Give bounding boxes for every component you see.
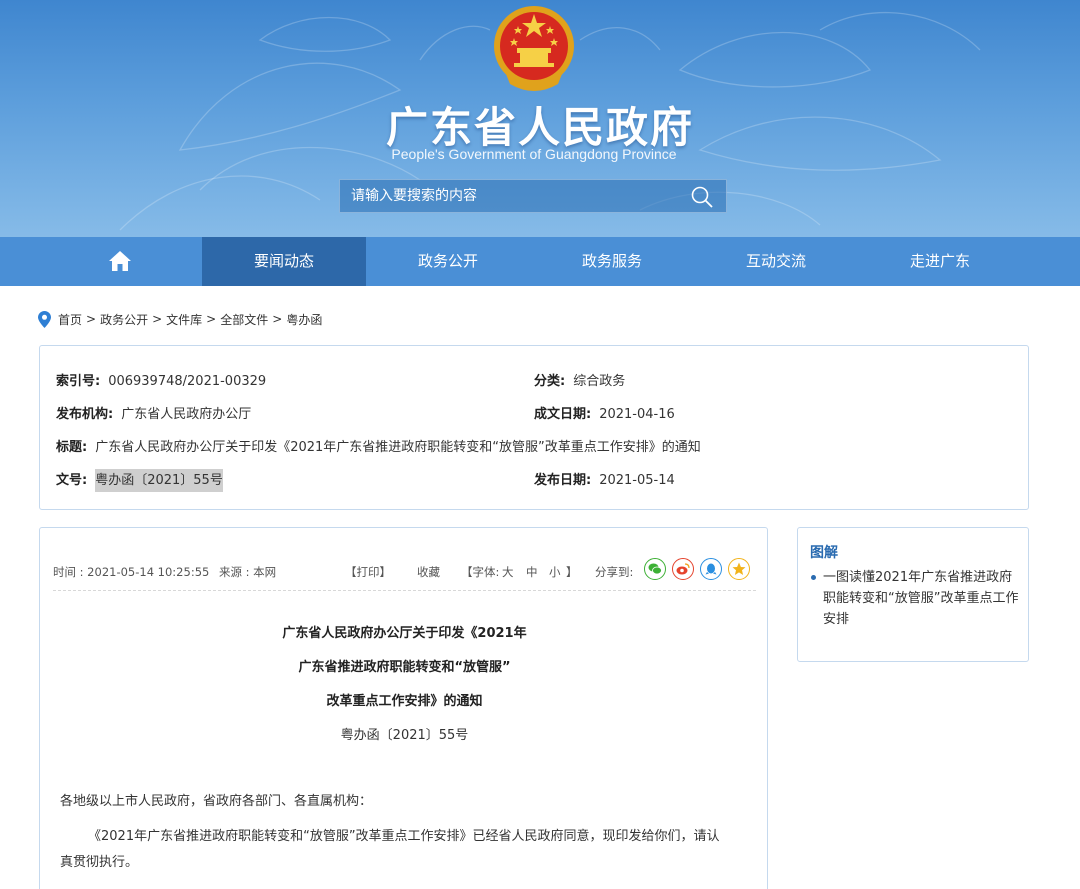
share-qq-button[interactable]: [700, 558, 722, 580]
meta-pubdate-label: 发布日期:: [534, 473, 592, 488]
meta-doc-number: 文号: 粤办函〔2021〕55号: [56, 469, 223, 492]
meta-title-value: 广东省人民政府办公厅关于印发《2021年广东省推进政府职能转变和“放管服”改革重…: [95, 440, 701, 455]
nav-item-interaction[interactable]: 互动交流: [694, 237, 858, 286]
body-paragraph-line-2: 真贯彻执行。: [60, 855, 139, 870]
document-title-line-3: 改革重点工作安排》的通知: [326, 694, 483, 709]
meta-title: 标题: 广东省人民政府办公厅关于印发《2021年广东省推进政府职能转变和“放管服”…: [56, 436, 701, 455]
meta-created-value: 2021-04-16: [599, 407, 675, 422]
breadcrumb-all-files[interactable]: 全部文件: [220, 311, 268, 328]
nav-item-gov-services[interactable]: 政务服务: [530, 237, 694, 286]
home-icon: [109, 251, 131, 271]
wechat-icon: [648, 563, 662, 575]
breadcrumb-separator: >: [152, 312, 163, 326]
share-wechat-button[interactable]: [644, 558, 666, 580]
share-label: 分享到:: [595, 565, 634, 579]
weibo-icon: [676, 563, 690, 575]
font-medium-button[interactable]: 中: [526, 564, 538, 580]
toolbar-divider: [53, 590, 756, 591]
search-icon[interactable]: [690, 185, 714, 209]
document-title-line-1: 广东省人民政府办公厅关于印发《2021年: [282, 626, 527, 641]
breadcrumb-file-library[interactable]: 文件库: [166, 311, 202, 328]
print-button[interactable]: 【打印】: [345, 564, 391, 580]
search-bar: [339, 179, 727, 213]
main-nav: 要闻动态 政务公开 政务服务 互动交流 走进广东: [0, 237, 1080, 286]
breadcrumb-gov-affairs[interactable]: 政务公开: [100, 311, 148, 328]
meta-title-label: 标题:: [56, 440, 88, 455]
meta-created-label: 成文日期:: [534, 407, 592, 422]
infographic-panel: 图解 一图读懂2021年广东省推进政府职能转变和“放管服”改革重点工作安排: [797, 527, 1029, 662]
breadcrumb-separator: >: [86, 312, 97, 326]
document-number: 粤办函〔2021〕55号: [340, 728, 469, 743]
site-header: 广东省人民政府 People's Government of Guangdong…: [0, 0, 1080, 237]
infographic-heading: 图解: [810, 545, 838, 561]
font-large-button[interactable]: 大: [502, 564, 514, 580]
share-weibo-button[interactable]: [672, 558, 694, 580]
document-metadata: 索引号: 006939748/2021-00329 分类: 综合政务 发布机构: 广东…: [39, 345, 1029, 510]
meta-publisher-label: 发布机构:: [56, 407, 114, 422]
national-emblem-icon: [494, 6, 574, 91]
site-subtitle: People's Government of Guangdong Provinc…: [391, 146, 677, 162]
meta-docno-value: 粤办函〔2021〕55号: [95, 469, 223, 492]
meta-pubdate-value: 2021-05-14: [599, 473, 675, 488]
document-title-line-2: 广东省推进政府职能转变和“放管服”: [298, 660, 511, 675]
breadcrumb: 首页 > 政务公开 > 文件库 > 全部文件 > 粤办函: [38, 310, 322, 328]
qq-icon: [705, 563, 717, 575]
article-time: 时间 : 2021-05-14 10:25:55: [53, 565, 210, 579]
meta-index: 索引号: 006939748/2021-00329: [56, 370, 266, 389]
font-size-bracket: 】: [566, 565, 578, 579]
breadcrumb-home[interactable]: 首页: [58, 311, 82, 328]
qzone-star-icon: [732, 562, 746, 575]
meta-index-label: 索引号:: [56, 374, 101, 389]
body-paragraph-line-1: 《2021年广东省推进政府职能转变和“放管服”改革重点工作安排》已经省人民政府同…: [88, 829, 720, 844]
nav-item-news[interactable]: 要闻动态: [202, 237, 366, 286]
breadcrumb-current[interactable]: 粤办函: [286, 311, 322, 328]
share-qzone-button[interactable]: [728, 558, 750, 580]
nav-item-gov-affairs[interactable]: 政务公开: [366, 237, 530, 286]
meta-publish-date: 发布日期: 2021-05-14: [534, 469, 675, 488]
meta-publisher: 发布机构: 广东省人民政府办公厅: [56, 403, 251, 422]
meta-category-value: 综合政务: [573, 374, 626, 389]
location-pin-icon: [38, 310, 51, 328]
salutation: 各地级以上市人民政府，省政府各部门、各直属机构：: [60, 794, 373, 809]
favorite-button[interactable]: 收藏: [417, 564, 440, 580]
meta-created-date: 成文日期: 2021-04-16: [534, 403, 675, 422]
meta-category: 分类: 综合政务: [534, 370, 625, 389]
list-bullet: [811, 575, 816, 580]
breadcrumb-separator: >: [272, 312, 283, 326]
nav-item-about-guangdong[interactable]: 走进广东: [858, 237, 1022, 286]
meta-index-value: 006939748/2021-00329: [108, 374, 267, 389]
article-panel: 时间 : 2021-05-14 10:25:55 来源 : 本网 【打印】 收藏…: [39, 527, 768, 889]
font-size-label: 【字体:: [461, 565, 500, 579]
font-small-button[interactable]: 小: [549, 564, 561, 580]
search-input[interactable]: [340, 180, 680, 212]
article-source: 来源 : 本网: [219, 565, 277, 579]
meta-category-label: 分类:: [534, 374, 566, 389]
article-toolbar: 时间 : 2021-05-14 10:25:55 来源 : 本网 【打印】 收藏…: [53, 558, 756, 584]
infographic-link[interactable]: 一图读懂2021年广东省推进政府职能转变和“放管服”改革重点工作安排: [823, 567, 1023, 630]
breadcrumb-separator: >: [206, 312, 217, 326]
nav-home[interactable]: [38, 237, 202, 286]
meta-docno-label: 文号:: [56, 473, 88, 488]
meta-publisher-value: 广东省人民政府办公厅: [121, 407, 252, 422]
